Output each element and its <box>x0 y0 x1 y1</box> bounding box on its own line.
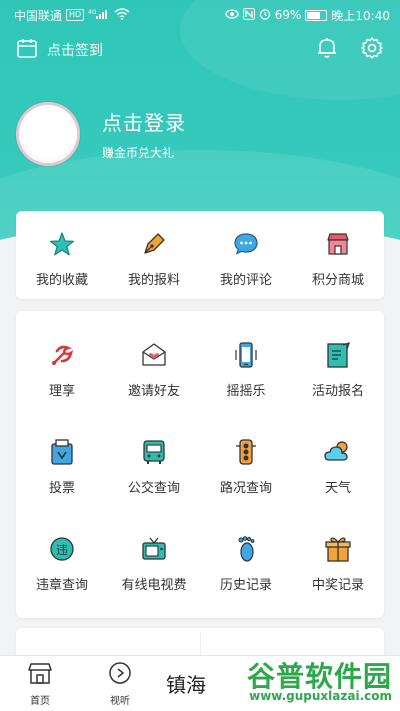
quick-item-label: 我的报料 <box>127 273 180 288</box>
service-item-invite[interactable]: 邀请好友 <box>108 321 200 418</box>
avatar[interactable] <box>16 102 80 166</box>
login-subtitle: 赚金币兑大礼 <box>102 146 175 160</box>
service-item-label: 有线电视费 <box>121 578 187 593</box>
service-item-shake[interactable]: 摇摇乐 <box>200 321 292 418</box>
quick-item-points-store[interactable]: 积分商城 <box>292 211 384 299</box>
service-item-label: 理享 <box>48 384 75 399</box>
heart-envelope-icon <box>139 340 169 370</box>
service-item-label: 摇摇乐 <box>226 384 266 399</box>
profile-section[interactable]: 点击登录 赚金币兑大礼 <box>16 102 186 166</box>
service-item-traffic[interactable]: 路况查询 <box>200 418 292 515</box>
service-item-label: 公交查询 <box>127 481 180 496</box>
svg-text:4G: 4G <box>88 9 97 16</box>
bell-icon[interactable] <box>316 36 338 64</box>
sign-in-button[interactable]: 点击签到 <box>16 37 103 63</box>
battery-icon <box>305 9 328 21</box>
star-icon <box>47 229 77 259</box>
quick-item-comments[interactable]: 我的评论 <box>200 211 292 299</box>
alarm-icon <box>259 8 271 23</box>
quick-item-favorites[interactable]: 我的收藏 <box>16 211 108 299</box>
gift-icon <box>323 534 353 564</box>
service-item-label: 邀请好友 <box>127 384 180 399</box>
clock-time: 晚上10:40 <box>331 8 390 23</box>
service-item-event-signup[interactable]: 活动报名 <box>292 321 384 418</box>
quick-item-label: 积分商城 <box>311 273 364 288</box>
status-bar: 中国联通 HD 4G 69% 晚上10:40 <box>0 0 400 30</box>
service-item-label: 违章查询 <box>35 578 88 593</box>
watermark: 谷普软件园 www.gupuxlazai.com <box>192 655 392 707</box>
service-item-bus[interactable]: 公交查询 <box>108 418 200 515</box>
footprint-icon <box>231 534 261 564</box>
carrier-name: 中国联通 <box>14 8 63 23</box>
pen-icon <box>139 229 169 259</box>
nav-listen-label: 视听 <box>110 695 130 707</box>
nav-home[interactable]: 首页 <box>0 661 80 707</box>
play-circle-icon <box>108 661 132 689</box>
services-grid-card: 理享 邀请好友 摇摇乐 活动报名 投票 公交查询 路况查询 天气 违 违章查询 … <box>16 311 384 618</box>
party-icon <box>47 340 77 370</box>
phone-icon <box>231 340 261 370</box>
svg-text:违: 违 <box>56 543 68 557</box>
bus-icon <box>139 437 169 467</box>
service-item-label: 天气 <box>324 481 351 496</box>
sign-in-label: 点击签到 <box>47 43 103 59</box>
service-item-weather[interactable]: 天气 <box>292 418 384 515</box>
chat-icon <box>231 229 261 259</box>
service-item-prize-records[interactable]: 中奖记录 <box>292 515 384 612</box>
quick-item-reports[interactable]: 我的报料 <box>108 211 200 299</box>
nav-home-label: 首页 <box>30 695 50 707</box>
service-item-label: 历史记录 <box>219 578 272 593</box>
service-item-label: 活动报名 <box>311 384 364 399</box>
nfc-icon <box>242 7 255 23</box>
service-item-cable-tv[interactable]: 有线电视费 <box>108 515 200 612</box>
service-item-history[interactable]: 历史记录 <box>200 515 292 612</box>
service-item-label: 中奖记录 <box>311 578 364 593</box>
traffic-light-icon <box>231 437 261 467</box>
violation-icon: 违 <box>47 534 77 564</box>
top-toolbar: 点击签到 <box>0 30 400 70</box>
battery-percent: 69% <box>274 8 302 22</box>
tv-icon <box>139 534 169 564</box>
quick-actions-card: 我的收藏 我的报料 我的评论 积分商城 <box>16 211 384 299</box>
nav-listen[interactable]: 视听 <box>80 661 160 707</box>
service-item-vote[interactable]: 投票 <box>16 418 108 515</box>
login-title[interactable]: 点击登录 <box>102 107 186 136</box>
quick-item-label: 我的评论 <box>219 273 272 288</box>
vote-icon <box>47 437 77 467</box>
signal-icon: 4G <box>88 8 110 23</box>
watermark-url: www.gupuxlazai.com <box>249 689 392 703</box>
home-icon <box>27 661 53 689</box>
service-item-label: 路况查询 <box>219 481 272 496</box>
hd-badge: HD <box>66 9 85 21</box>
eye-icon <box>225 8 239 22</box>
service-item-label: 投票 <box>48 481 75 496</box>
wifi-icon <box>114 7 130 23</box>
gear-icon[interactable] <box>360 36 384 64</box>
weather-icon <box>323 437 353 467</box>
calendar-icon <box>16 37 38 63</box>
store-icon <box>323 229 353 259</box>
service-item-lixiang[interactable]: 理享 <box>16 321 108 418</box>
service-item-violation[interactable]: 违 违章查询 <box>16 515 108 612</box>
form-icon <box>323 340 353 370</box>
quick-item-label: 我的收藏 <box>35 273 88 288</box>
